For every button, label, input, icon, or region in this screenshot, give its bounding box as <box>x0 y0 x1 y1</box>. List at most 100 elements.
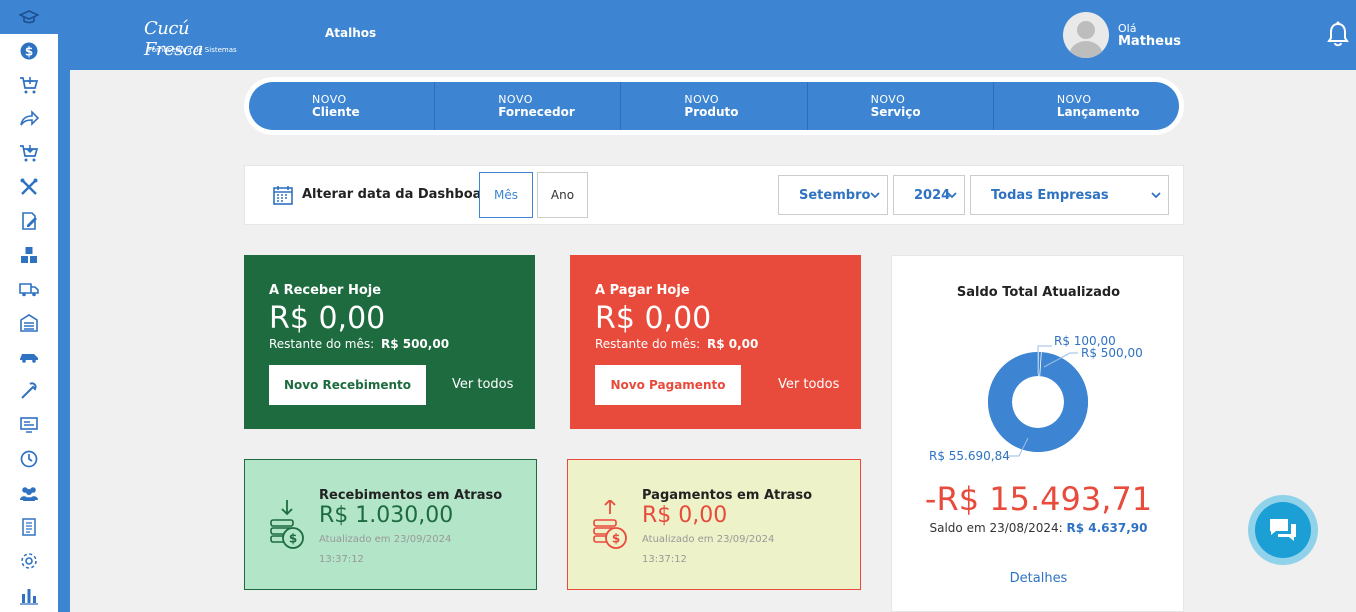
receivables-view-all-link[interactable]: Ver todos <box>452 377 513 392</box>
sidebar-item-pdv[interactable] <box>0 408 58 442</box>
year-select[interactable]: 2024 <box>893 175 965 215</box>
sidebar-edge <box>58 0 70 612</box>
sidebar-item-reports[interactable] <box>0 510 58 544</box>
svg-text:$: $ <box>25 45 33 59</box>
overdue-receivables-updated: Atualizado em 23/09/2024 13:37:12 <box>319 534 452 565</box>
new-supplier-top: NOVO <box>498 92 533 106</box>
sidebar-item-stock[interactable] <box>0 238 58 272</box>
sidebar-item-vehicles[interactable] <box>0 340 58 374</box>
report-icon <box>22 518 36 536</box>
graduation-cap-icon <box>19 10 39 24</box>
year-toggle-button[interactable]: Ano <box>537 172 588 218</box>
chevron-down-icon <box>870 192 880 199</box>
money-up-icon: $ <box>593 500 627 549</box>
sidebar-item-finance[interactable]: $ <box>0 34 58 68</box>
new-payment-button[interactable]: Novo Pagamento <box>595 365 741 405</box>
avatar-head <box>1077 21 1095 39</box>
payables-remaining: Restante do mês: R$ 0,00 <box>595 337 758 351</box>
new-product-label: Produto <box>684 104 739 119</box>
sidebar-item-delivery[interactable] <box>0 272 58 306</box>
user-name: Matheus <box>1118 34 1181 49</box>
users-icon <box>20 487 38 501</box>
sidebar-item-courses[interactable] <box>0 0 58 34</box>
edit-document-icon <box>22 212 37 230</box>
bell-icon <box>1327 21 1349 47</box>
shortcuts-link[interactable]: Atalhos <box>325 26 376 40</box>
slice-label-55690: R$ 55.690,84 <box>929 449 1010 463</box>
sidebar-item-users[interactable] <box>0 476 58 510</box>
month-select[interactable]: Setembro <box>778 175 888 215</box>
receivables-title: A Receber Hoje <box>269 283 382 298</box>
user-greeting[interactable]: Olá Matheus <box>1118 22 1181 49</box>
overdue-receivables-card[interactable]: $ Recebimentos em Atraso R$ 1.030,00 Atu… <box>244 459 537 590</box>
overdue-payables-card[interactable]: $ Pagamentos em Atraso R$ 0,00 Atualizad… <box>567 459 861 590</box>
warehouse-icon <box>20 314 38 332</box>
month-select-value: Setembro <box>799 187 871 203</box>
quick-actions-bar: NOVO Cliente NOVO Fornecedor NOVO Produt… <box>244 77 1184 135</box>
cart-icon <box>20 77 39 94</box>
donut-slice-2 <box>988 352 1088 452</box>
month-toggle-button[interactable]: Mês <box>479 172 533 218</box>
new-service-top: NOVO <box>870 92 906 106</box>
payables-view-all-link[interactable]: Ver todos <box>778 377 839 392</box>
chat-button[interactable] <box>1248 495 1318 565</box>
payables-title: A Pagar Hoje <box>595 283 690 298</box>
svg-text:$: $ <box>289 532 297 546</box>
new-client-button[interactable]: NOVO Cliente <box>249 82 436 130</box>
new-product-top: NOVO <box>684 92 720 106</box>
share-icon <box>20 110 39 126</box>
new-entry-button[interactable]: NOVO Lançamento <box>994 82 1179 130</box>
chevron-down-icon <box>947 192 957 199</box>
sidebar-item-warehouse[interactable] <box>0 306 58 340</box>
sidebar-item-documents[interactable] <box>0 204 58 238</box>
sidebar-item-maintenance[interactable] <box>0 374 58 408</box>
money-down-icon: $ <box>270 500 304 549</box>
notifications-button[interactable] <box>1327 21 1349 51</box>
balance-at-date-value: R$ 4.637,90 <box>1066 521 1148 535</box>
payables-remaining-label: Restante do mês: <box>595 337 701 351</box>
overdue-payables-updated: Atualizado em 23/09/2024 13:37:12 <box>642 534 775 565</box>
slice-label-500: R$ 500,00 <box>1081 346 1143 360</box>
balance-at-date-label: Saldo em 23/08/2024: <box>929 521 1063 535</box>
total-balance-amount: -R$ 15.493,71 <box>924 480 1153 518</box>
dollar-icon: $ <box>20 42 38 60</box>
wrench-icon <box>21 382 37 399</box>
monitor-icon <box>20 417 38 433</box>
balance-at-date: Saldo em 23/08/2024: R$ 4.637,90 <box>892 521 1185 535</box>
sidebar-item-share[interactable] <box>0 102 58 136</box>
receivables-amount: R$ 0,00 <box>269 301 386 336</box>
new-receipt-button[interactable]: Novo Recebimento <box>269 365 426 405</box>
year-select-value: 2024 <box>914 187 951 203</box>
sidebar-item-charts[interactable] <box>0 578 58 612</box>
new-entry-label: Lançamento <box>1056 104 1140 119</box>
chart-icon <box>20 589 38 605</box>
sidebar-item-services[interactable] <box>0 170 58 204</box>
new-client-label: Cliente <box>312 104 360 119</box>
receivables-remaining: Restante do mês: R$ 500,00 <box>269 337 449 351</box>
sidebar-item-history[interactable] <box>0 442 58 476</box>
payables-today-card: A Pagar Hoje R$ 0,00 Restante do mês: R$… <box>570 255 861 429</box>
overdue-payables-amount: R$ 0,00 <box>642 503 728 528</box>
sidebar-item-settings[interactable] <box>0 544 58 578</box>
new-service-button[interactable]: NOVO Serviço <box>808 82 994 130</box>
cart-down-icon <box>20 145 39 162</box>
total-balance-card: Saldo Total Atualizado R$ 100,00 R$ 500,… <box>891 255 1184 612</box>
sidebar-item-sales[interactable] <box>0 68 58 102</box>
new-service-label: Serviço <box>870 104 921 119</box>
top-bar: Cucú Fresca Fornecedora de Sistemas Atal… <box>70 0 1356 70</box>
sidebar-item-purchases[interactable] <box>0 136 58 170</box>
new-product-button[interactable]: NOVO Produto <box>621 82 808 130</box>
overdue-payables-title: Pagamentos em Atraso <box>642 488 813 503</box>
car-icon <box>20 354 38 363</box>
logo-subtitle: Fornecedora de Sistemas <box>148 46 237 54</box>
company-select[interactable]: Todas Empresas <box>970 175 1169 215</box>
company-select-value: Todas Empresas <box>991 187 1109 203</box>
receivables-today-card: A Receber Hoje R$ 0,00 Restante do mês: … <box>244 255 535 429</box>
dashboard-date-bar: Alterar data da Dashboard Mês Ano Setemb… <box>244 165 1184 225</box>
avatar[interactable] <box>1063 12 1109 58</box>
logo[interactable]: Cucú Fresca Fornecedora de Sistemas <box>142 12 242 60</box>
details-link[interactable]: Detalhes <box>892 571 1185 586</box>
svg-text:$: $ <box>612 532 620 546</box>
new-supplier-button[interactable]: NOVO Fornecedor <box>435 82 622 130</box>
new-supplier-label: Fornecedor <box>498 104 575 119</box>
